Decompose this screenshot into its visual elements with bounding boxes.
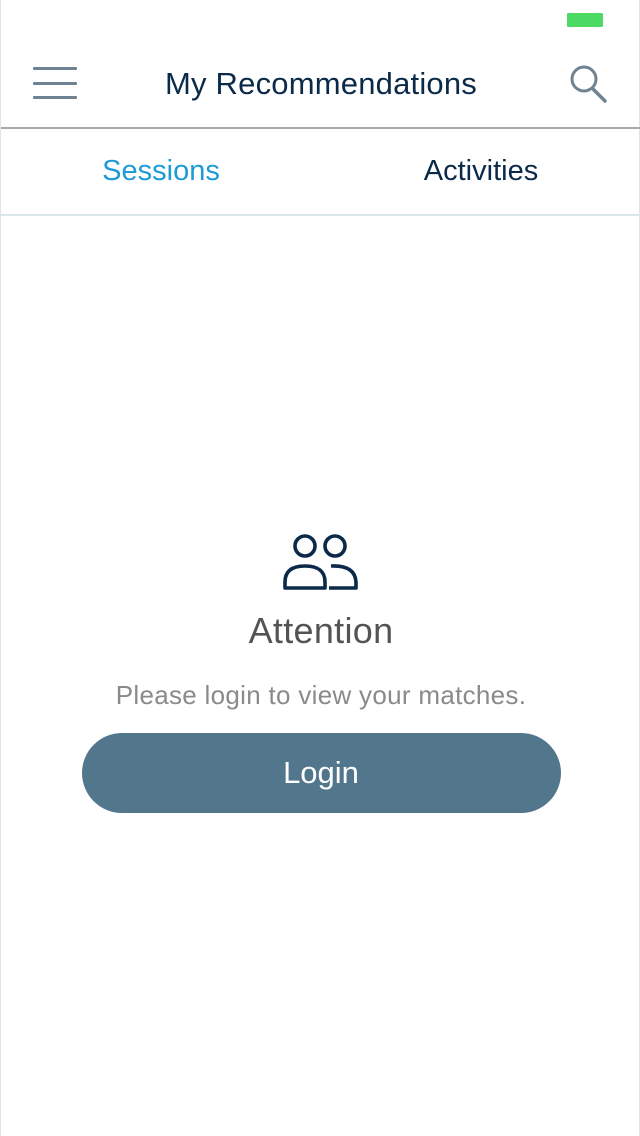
- search-icon: [570, 65, 607, 103]
- empty-state: Attention Please login to view your matc…: [1, 530, 640, 813]
- empty-state-title: Attention: [248, 610, 394, 651]
- empty-state-message: Please login to view your matches.: [115, 680, 527, 710]
- app-header: My Recommendations: [1, 40, 640, 129]
- tab-sessions[interactable]: Sessions: [1, 129, 321, 214]
- page-title: My Recommendations: [165, 65, 477, 101]
- people-icon: [283, 534, 358, 590]
- login-button[interactable]: Login: [81, 733, 561, 813]
- tab-activities[interactable]: Activities: [321, 129, 640, 214]
- status-bar: [1, 0, 640, 40]
- search-button[interactable]: [567, 62, 611, 106]
- menu-button[interactable]: [29, 62, 81, 104]
- hamburger-menu-icon-middle: [33, 81, 77, 85]
- hamburger-menu-icon-bottom: [33, 96, 77, 99]
- hamburger-menu-icon: [33, 67, 77, 70]
- tab-bar: Sessions Activities: [1, 129, 640, 216]
- battery-icon: [567, 13, 603, 27]
- app-screen: My Recommendations Sessions Activities A…: [0, 0, 640, 1136]
